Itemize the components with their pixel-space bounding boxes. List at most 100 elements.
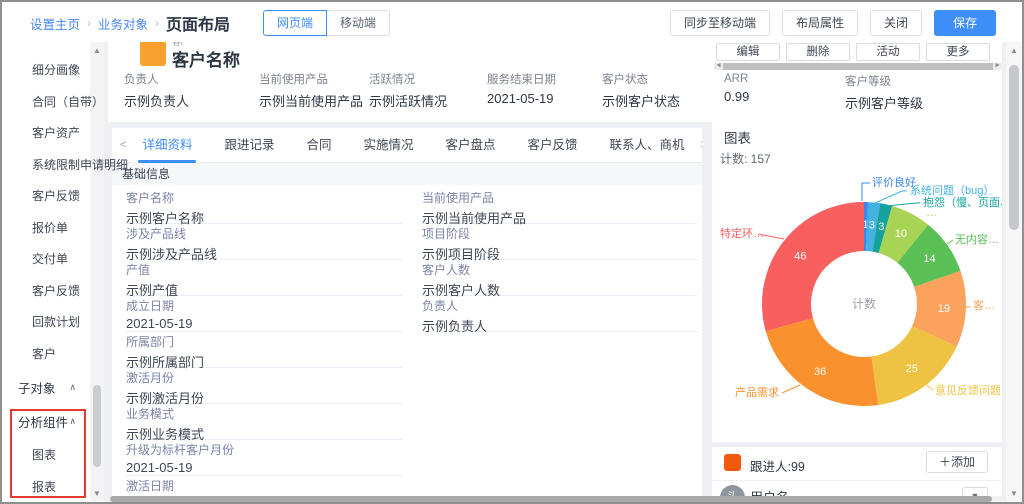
breadcrumb-home[interactable]: 设置主页 bbox=[30, 14, 80, 33]
slice-value: 25 bbox=[906, 363, 918, 375]
header-fields: 负责人示例负责人当前使用产品示例当前使用产品活跃情况示例活跃情况服务结束日期20… bbox=[124, 71, 680, 110]
form-field-row[interactable]: 客户名称示例客户名称 bbox=[126, 188, 402, 224]
header-hscroll-thumb[interactable] bbox=[723, 63, 993, 70]
sidebar-item[interactable]: 报价单 bbox=[2, 213, 90, 245]
delete-button[interactable]: 删除 bbox=[786, 43, 850, 61]
topbar: 设置主页 › 业务对象 › 页面布局 网页端 移动端 同步至移动端 布局属性 关… bbox=[2, 2, 1022, 42]
more-button[interactable]: 更多 bbox=[926, 43, 990, 61]
field-value: 0.99 bbox=[724, 89, 845, 104]
tab[interactable]: 客户盘点 bbox=[430, 128, 512, 163]
layout-properties-button[interactable]: 布局属性 bbox=[782, 10, 858, 36]
header-extra-fields: ARR 0.99 客户等级 示例客户等级 bbox=[724, 73, 955, 112]
follower-icon bbox=[724, 454, 741, 471]
tab[interactable]: 客户反馈 bbox=[512, 128, 594, 163]
tab[interactable]: 详细资料 bbox=[126, 128, 208, 163]
sidebar-item[interactable]: 合同（自带） bbox=[2, 87, 90, 119]
slice-label: 产品需求 bbox=[735, 385, 779, 399]
form-field-row[interactable]: 负责人示例负责人 bbox=[422, 296, 698, 332]
field-label: 涉及产品线 bbox=[126, 225, 402, 242]
sidebar-item[interactable]: 细分画像 bbox=[2, 55, 90, 87]
sidebar-section-analysis[interactable]: 分析组件 ∧ bbox=[2, 404, 90, 439]
tabs-scroll-right-icon[interactable]: > bbox=[701, 139, 702, 151]
sidebar-item[interactable]: 回款计划 bbox=[2, 307, 90, 339]
field-label: 服务结束日期 bbox=[487, 71, 602, 87]
scroll-down-icon[interactable]: ▼ bbox=[90, 489, 104, 498]
sidebar-item[interactable]: 客户反馈 bbox=[2, 181, 90, 213]
form-field-row[interactable]: 升级为标杆客户月份2021-05-19 bbox=[126, 440, 402, 476]
main-hscrollbar[interactable] bbox=[106, 496, 1004, 502]
chart-center-label: 计数 bbox=[852, 296, 876, 311]
scroll-down-icon[interactable]: ▼ bbox=[1006, 489, 1022, 498]
sidebar-item[interactable]: 图表 bbox=[2, 439, 90, 471]
sidebar-item[interactable]: 报表 bbox=[2, 471, 90, 503]
app-window: 设置主页 › 业务对象 › 页面布局 网页端 移动端 同步至移动端 布局属性 关… bbox=[0, 0, 1024, 504]
breadcrumb: 设置主页 › 业务对象 › 页面布局 bbox=[30, 11, 230, 35]
add-follower-button[interactable]: ＋添加 bbox=[926, 451, 988, 473]
tab[interactable]: 合同 bbox=[290, 128, 347, 163]
slice-label: 特定环… bbox=[720, 226, 764, 240]
chart-title: 图表 bbox=[724, 127, 751, 147]
field-value: 2021-05-19 bbox=[126, 316, 402, 331]
save-button[interactable]: 保存 bbox=[934, 10, 996, 36]
field-label: 负责人 bbox=[124, 71, 259, 87]
scroll-up-icon[interactable]: ▲ bbox=[90, 46, 104, 55]
edit-button[interactable]: 编辑 bbox=[716, 43, 780, 61]
sidebar-item[interactable]: 客户反馈 bbox=[2, 276, 90, 308]
label-line bbox=[887, 203, 920, 206]
header-hscrollbar[interactable]: ◄ ► bbox=[714, 63, 1002, 70]
sidebar-item[interactable]: 交付单 bbox=[2, 244, 90, 276]
section-title: 基础信息 bbox=[112, 163, 702, 185]
main-vscrollbar[interactable]: ▲ ▼ bbox=[1006, 42, 1022, 502]
activity-button[interactable]: 活动 bbox=[856, 43, 920, 61]
form-field-row[interactable]: 激活月份示例激活月份 bbox=[126, 368, 402, 404]
field-label: ARR bbox=[724, 73, 845, 85]
field-value: 示例负责人 bbox=[422, 316, 698, 335]
sync-to-mobile-button[interactable]: 同步至移动端 bbox=[670, 10, 770, 36]
header-field: 当前使用产品示例当前使用产品 bbox=[259, 71, 369, 110]
form-field-row[interactable]: 产值示例产值 bbox=[126, 260, 402, 296]
field-value: 示例负责人 bbox=[124, 91, 259, 110]
slice-value: 3 bbox=[878, 221, 884, 233]
main-vscroll-thumb[interactable] bbox=[1009, 65, 1019, 230]
header-field: 活跃情况示例活跃情况 bbox=[369, 71, 487, 110]
field-label: 当前使用产品 bbox=[259, 71, 369, 87]
scroll-up-icon[interactable]: ▲ bbox=[1006, 46, 1022, 55]
pie-slice bbox=[762, 202, 864, 331]
form-field-row[interactable]: 业务模式示例业务模式 bbox=[126, 404, 402, 440]
form-field-row[interactable]: 所属部门示例所属部门 bbox=[126, 332, 402, 368]
field-label: 激活日期 bbox=[126, 477, 402, 494]
form-field-row[interactable]: 客户人数示例客户人数 bbox=[422, 260, 698, 296]
slice-label: 客… bbox=[973, 298, 995, 312]
toggle-web[interactable]: 网页端 bbox=[263, 10, 327, 36]
tab[interactable]: 跟进记录 bbox=[208, 128, 290, 163]
toggle-mobile[interactable]: 移动端 bbox=[326, 10, 390, 36]
form-field-row[interactable]: 项目阶段示例项目阶段 bbox=[422, 224, 698, 260]
object-avatar bbox=[140, 40, 166, 66]
breadcrumb-objects[interactable]: 业务对象 bbox=[98, 14, 148, 33]
field-label: 业务模式 bbox=[126, 405, 402, 422]
scroll-right-icon[interactable]: ► bbox=[994, 62, 1001, 69]
sidebar-section-subobjects[interactable]: 子对象 ∧ bbox=[2, 370, 90, 404]
form-field-row[interactable]: 当前使用产品示例当前使用产品 bbox=[422, 188, 698, 224]
tab[interactable]: 实施情况 bbox=[347, 128, 429, 163]
close-button[interactable]: 关闭 bbox=[870, 10, 922, 36]
scroll-left-icon[interactable]: ◄ bbox=[715, 62, 722, 69]
main-hscroll-thumb[interactable] bbox=[110, 496, 992, 502]
sidebar-item[interactable]: 客户 bbox=[2, 339, 90, 371]
section-label: 分析组件 bbox=[18, 412, 68, 431]
sidebar: 细分画像合同（自带）客户资产系统限制申请明细客户反馈报价单交付单客户反馈回款计划… bbox=[2, 42, 90, 502]
label-line bbox=[947, 240, 953, 244]
sidebar-items: 细分画像合同（自带）客户资产系统限制申请明细客户反馈报价单交付单客户反馈回款计划… bbox=[2, 42, 90, 370]
sidebar-item[interactable]: 客户资产 bbox=[2, 118, 90, 150]
form-col-right: 当前使用产品示例当前使用产品项目阶段示例项目阶段客户人数示例客户人数负责人示例负… bbox=[422, 188, 698, 332]
field-value: 示例客户等级 bbox=[845, 93, 955, 112]
tab[interactable]: 联系人、商机 bbox=[594, 128, 701, 163]
form-field-row[interactable]: 成立日期2021-05-19 bbox=[126, 296, 402, 332]
follower-label: 跟进人:99 bbox=[750, 456, 805, 475]
sidebar-scroll-thumb[interactable] bbox=[93, 385, 101, 467]
label-line bbox=[862, 183, 870, 201]
slice-value: 14 bbox=[923, 253, 935, 265]
sidebar-item[interactable]: 系统限制申请明细 bbox=[2, 150, 90, 182]
form-field-row[interactable]: 涉及产品线示例涉及产品线 bbox=[126, 224, 402, 260]
label-line bbox=[782, 385, 800, 393]
